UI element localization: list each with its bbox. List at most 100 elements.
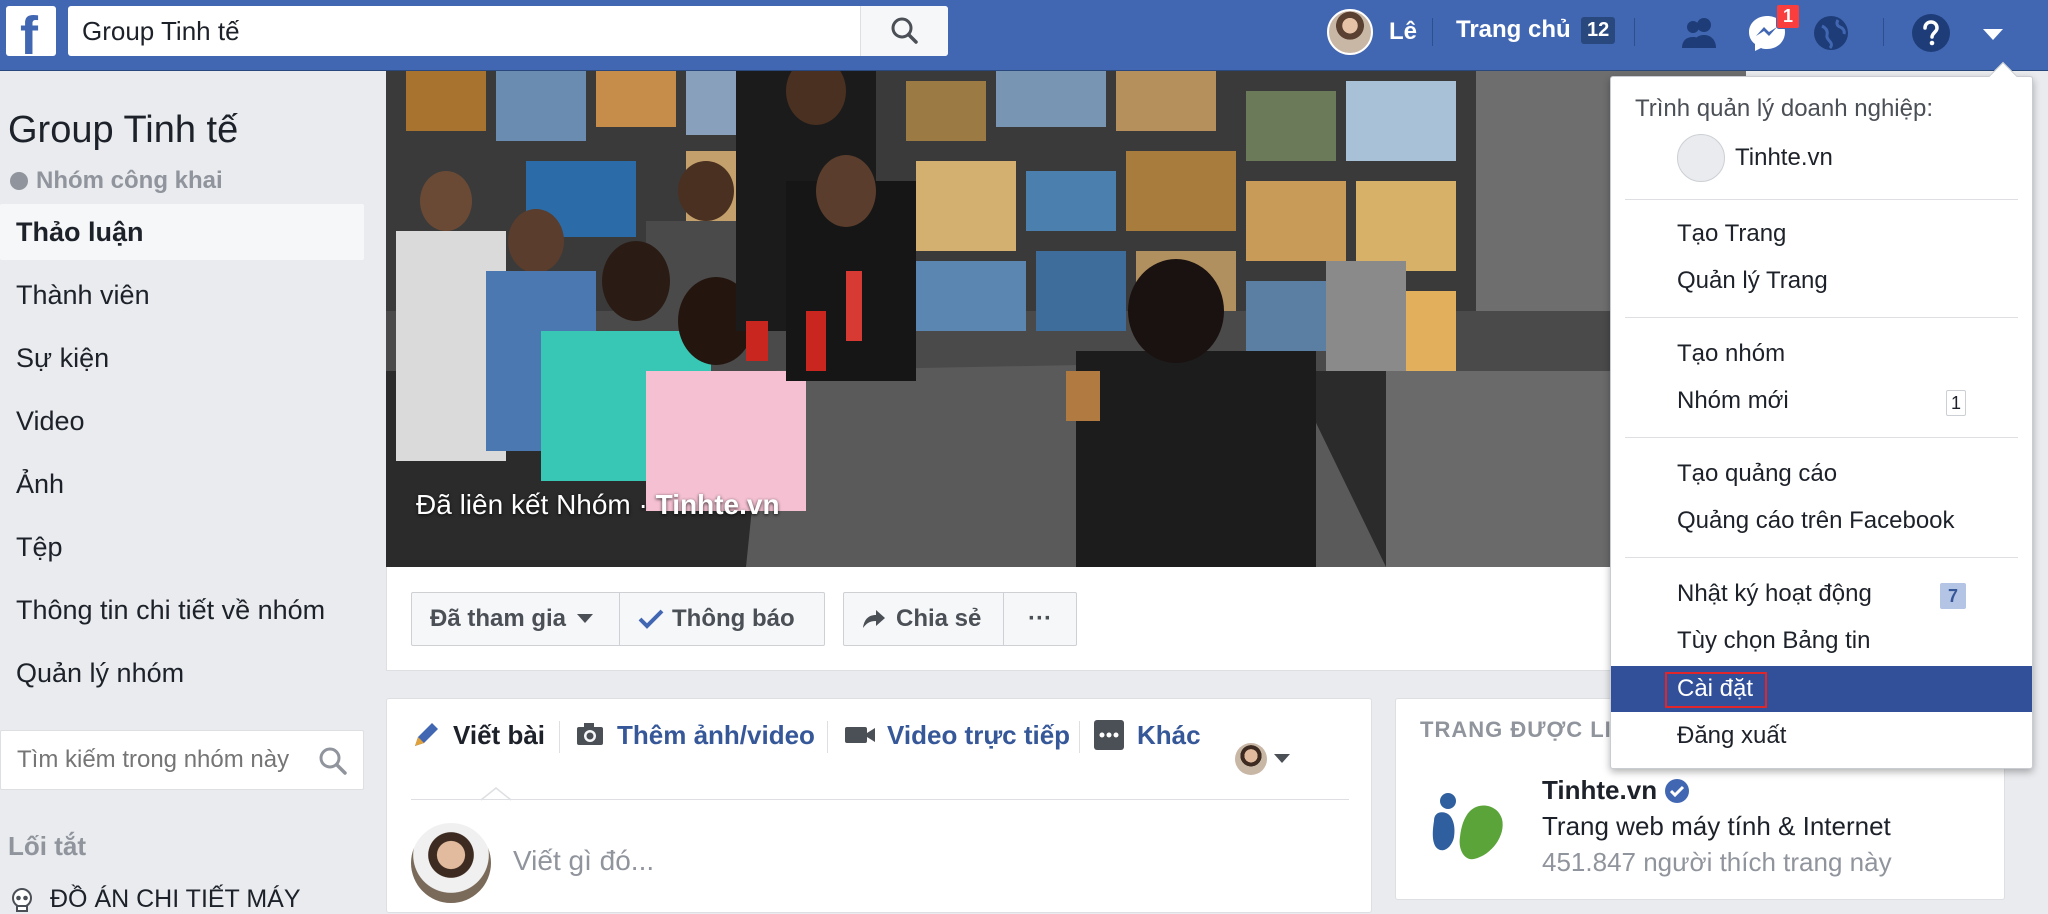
share-button[interactable]: Chia sẻ [843, 592, 1005, 646]
caret-down-icon [577, 614, 594, 623]
sidebar-item-manage-group[interactable]: Quản lý nhóm [0, 645, 364, 701]
video-camera-icon [845, 727, 875, 743]
sidebar-item-discussion[interactable]: Thảo luận [0, 204, 364, 260]
shortcut-label: ĐỒ ÁN CHI TIẾT MÁY [50, 885, 301, 913]
search-button[interactable] [860, 6, 948, 56]
linked-page-link[interactable]: Tinhte.vn [656, 489, 780, 520]
caret-down-icon [1274, 754, 1290, 763]
search-input[interactable] [68, 6, 858, 56]
menu-item-create-ads[interactable]: Tạo quảng cáo [1611, 451, 2032, 497]
more-options-button[interactable]: ··· [1003, 592, 1077, 646]
tab-add-photo-video[interactable]: Thêm ảnh/video [575, 715, 815, 755]
notifications-label: Thông báo [672, 605, 795, 632]
group-privacy-label: Nhóm công khai [36, 167, 223, 194]
account-dropdown-menu: Trình quản lý doanh nghiệp: Tinhte.vn Tạ… [1610, 61, 2033, 769]
avatar [1235, 743, 1267, 775]
sidebar-item-videos[interactable]: Video [0, 393, 364, 449]
tab-label: Video trực tiếp [887, 719, 1071, 750]
linked-page-likes: 451.847 người thích trang này [1542, 847, 1892, 877]
menu-item-label: Nhóm mới [1677, 387, 1789, 414]
skull-icon [12, 887, 32, 912]
search-icon [891, 17, 918, 44]
top-navigation-bar: f Lê Trang chủ 12 1 [0, 0, 2048, 71]
menu-item-advertising-on-facebook[interactable]: Quảng cáo trên Facebook [1611, 498, 2032, 544]
search-bar [68, 6, 948, 56]
left-sidebar: Group Tinh tế Nhóm công khai Thảo luận T… [0, 71, 370, 913]
highlight-box [1665, 672, 1767, 708]
divider [1625, 437, 2018, 438]
menu-item-news-feed-preferences[interactable]: Tùy chọn Bảng tin [1611, 618, 2032, 664]
linked-page-heading: TRANG ĐƯỢC LIÊ [1420, 717, 1628, 742]
tab-more[interactable]: Khác [1093, 715, 1201, 755]
friend-requests-icon[interactable] [1676, 10, 1722, 56]
linked-page-name-text: Tinhte.vn [1542, 775, 1658, 805]
tab-write-post[interactable]: Viết bài [411, 715, 545, 755]
page-avatar [1677, 134, 1725, 182]
composer-input[interactable]: Viết gì đó... [513, 845, 654, 877]
menu-item-manage-pages[interactable]: Quản lý Trang [1611, 258, 2032, 304]
help-icon[interactable] [1908, 10, 1954, 56]
new-groups-count-badge: 1 [1946, 390, 1966, 416]
business-page-item[interactable]: Tinhte.vn [1611, 134, 2032, 182]
menu-item-log-out[interactable]: Đăng xuất [1611, 713, 2032, 759]
business-manager-heading: Trình quản lý doanh nghiệp: [1635, 95, 1933, 122]
group-search [0, 730, 364, 790]
search-icon[interactable] [317, 745, 349, 777]
tab-label: Thêm ảnh/video [617, 719, 815, 750]
cover-caption: Đã liên kết Nhóm · Tinhte.vn [416, 489, 780, 521]
pencil-icon [415, 723, 438, 746]
camera-icon [577, 723, 603, 745]
sidebar-item-events[interactable]: Sự kiện [0, 330, 364, 386]
divider [1432, 18, 1433, 46]
divider [1079, 721, 1080, 753]
joined-button[interactable]: Đã tham gia [411, 592, 621, 646]
divider [1625, 199, 2018, 200]
linked-page-name[interactable]: Tinhte.vn [1542, 775, 1690, 806]
user-name: Lê [1389, 18, 1418, 45]
home-count-badge: 12 [1581, 17, 1616, 44]
menu-item-activity-log[interactable]: Nhật ký hoạt động 7 [1611, 571, 2032, 617]
post-as-selector[interactable] [1235, 743, 1291, 775]
divider [411, 799, 1349, 800]
verified-badge-icon [1665, 778, 1690, 803]
tab-live-video[interactable]: Video trực tiếp [843, 715, 1070, 755]
notifications-globe-icon[interactable] [1808, 10, 1854, 56]
group-search-input[interactable] [1, 731, 301, 789]
divider [1625, 557, 2018, 558]
menu-item-create-group[interactable]: Tạo nhóm [1611, 331, 2032, 377]
profile-link[interactable]: Lê [1327, 8, 1417, 56]
tab-label: Viết bài [453, 719, 546, 750]
more-dots-icon [1094, 720, 1124, 750]
joined-label: Đã tham gia [430, 605, 567, 632]
group-title[interactable]: Group Tinh tế [8, 109, 238, 152]
share-label: Chia sẻ [896, 605, 982, 632]
menu-item-new-groups[interactable]: Nhóm mới 1 [1611, 378, 2032, 424]
shortcuts-heading: Lối tắt [8, 831, 86, 861]
messages-badge: 1 [1776, 4, 1801, 29]
tab-label: Khác [1137, 719, 1201, 750]
divider [827, 721, 828, 753]
cover-caption-prefix: Đã liên kết Nhóm · [416, 489, 656, 520]
tinhte-logo-icon[interactable] [1426, 785, 1510, 865]
sidebar-item-members[interactable]: Thành viên [0, 267, 364, 323]
menu-item-create-page[interactable]: Tạo Trang [1611, 211, 2032, 257]
group-privacy: Nhóm công khai [10, 167, 223, 195]
group-cover-photo[interactable]: Đã liên kết Nhóm · Tinhte.vn [386, 71, 1746, 567]
divider [1883, 18, 1884, 46]
business-page-label: Tinhte.vn [1735, 144, 1833, 171]
sidebar-item-photos[interactable]: Ảnh [0, 456, 364, 512]
share-arrow-icon [863, 610, 885, 628]
notifications-button[interactable]: Thông báo [619, 592, 825, 646]
account-menu-chevron-down-icon[interactable] [1970, 10, 2016, 56]
sidebar-item-files[interactable]: Tệp [0, 519, 364, 575]
home-link[interactable]: Trang chủ [1456, 16, 1571, 44]
sidebar-item-group-insights[interactable]: Thông tin chi tiết về nhóm [0, 582, 364, 638]
globe-icon [10, 172, 28, 190]
activity-log-count-badge: 7 [1940, 583, 1966, 609]
checkmark-icon [638, 609, 664, 629]
menu-item-settings[interactable]: Cài đặt [1611, 666, 2032, 712]
divider [1634, 18, 1635, 46]
facebook-logo-icon[interactable]: f [6, 6, 56, 64]
shortcut-item[interactable]: ĐỒ ÁN CHI TIẾT MÁY [8, 885, 301, 914]
post-composer: Viết bài Thêm ảnh/video Video trực tiếp … [386, 698, 1372, 913]
